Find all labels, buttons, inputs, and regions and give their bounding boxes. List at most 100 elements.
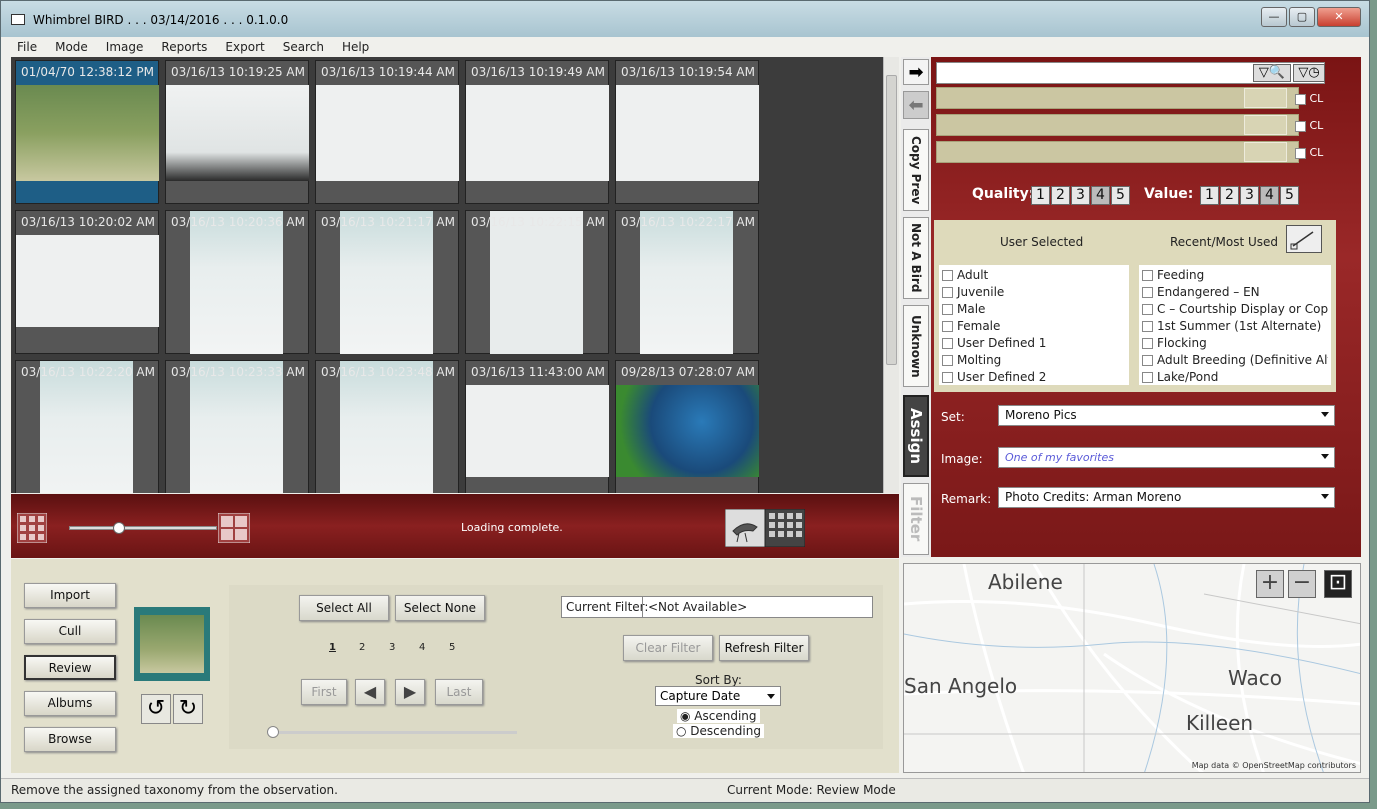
tag-endangered[interactable]: Endangered – EN (1142, 284, 1328, 301)
quality-4[interactable]: 4 (1091, 186, 1110, 205)
taxonomy-row[interactable] (936, 87, 1299, 109)
rotate-left-icon[interactable]: ↺ (141, 694, 171, 724)
quality-1[interactable]: 1 (1031, 186, 1050, 205)
quality-3[interactable]: 3 (1071, 186, 1090, 205)
value-2[interactable]: 2 (1220, 186, 1239, 205)
menu-image[interactable]: Image (106, 38, 144, 56)
small-grid-icon[interactable] (17, 513, 47, 543)
back-arrow-icon[interactable]: ⬅ (903, 91, 929, 119)
thumbnail-cell[interactable]: 03/16/13 10:22:20 AM (15, 360, 159, 493)
review-button[interactable]: Review (24, 655, 116, 680)
close-button[interactable]: ✕ (1317, 7, 1361, 27)
large-grid-icon[interactable] (218, 513, 250, 543)
next-arrow-icon[interactable]: ▶ (395, 679, 425, 705)
forward-arrow-icon[interactable]: ➡ (903, 59, 929, 85)
page-2[interactable]: 2 (359, 642, 365, 653)
cl-checkbox[interactable]: CL (1295, 92, 1323, 105)
view-toggle[interactable] (725, 509, 805, 547)
quality-2[interactable]: 2 (1051, 186, 1070, 205)
tab-not-a-bird[interactable]: Not A Bird (903, 217, 929, 299)
remark-combo[interactable]: Photo Credits: Arman Moreno (998, 487, 1335, 508)
albums-button[interactable]: Albums (24, 691, 116, 716)
sort-by-select[interactable]: Capture Date (655, 686, 781, 706)
last-page-button[interactable]: Last (435, 679, 483, 705)
cull-button[interactable]: Cull (24, 619, 116, 644)
thumbnail-cell[interactable]: 03/16/13 10:19:49 AM (465, 60, 609, 204)
page-4[interactable]: 4 (419, 642, 425, 653)
tab-filter[interactable]: Filter (903, 483, 929, 555)
value-3[interactable]: 3 (1240, 186, 1259, 205)
value-1[interactable]: 1 (1200, 186, 1219, 205)
page-slider[interactable] (267, 726, 517, 738)
maximize-button[interactable]: ▢ (1289, 7, 1315, 27)
filter-search-icon[interactable]: ▽🔍 (1253, 64, 1291, 82)
set-combo[interactable]: Moreno Pics (998, 405, 1335, 426)
thumbnail-cell[interactable]: 03/16/13 10:23:33 AM (165, 360, 309, 493)
page-3[interactable]: 3 (389, 642, 395, 653)
tag-1st-summer[interactable]: 1st Summer (1st Alternate) (1142, 318, 1328, 335)
menu-file[interactable]: File (17, 38, 37, 56)
tag-female[interactable]: Female (942, 318, 1126, 335)
thumbnail-cell[interactable]: 03/16/13 10:19:25 AM (165, 60, 309, 204)
gallery-scrollbar[interactable] (883, 57, 899, 493)
tag-juvenile[interactable]: Juvenile (942, 284, 1126, 301)
thumbnail-cell[interactable]: 03/16/13 11:43:00 AM (465, 360, 609, 493)
tab-copy-prev[interactable]: Copy Prev (903, 129, 929, 211)
taxonomy-row[interactable] (936, 114, 1299, 136)
taxonomy-row[interactable] (936, 141, 1299, 163)
thumbnail-cell[interactable]: 03/16/13 10:22:17 AM (615, 210, 759, 354)
browse-button[interactable]: Browse (24, 727, 116, 752)
menu-export[interactable]: Export (225, 38, 264, 56)
rotate-right-icon[interactable]: ↻ (173, 694, 203, 724)
tag-user-defined-1[interactable]: User Defined 1 (942, 335, 1126, 352)
quality-5[interactable]: 5 (1111, 186, 1130, 205)
tag-adult-breeding[interactable]: Adult Breeding (Definitive Alterna (1142, 352, 1328, 369)
cl-checkbox[interactable]: CL (1295, 146, 1323, 159)
filter-recent-icon[interactable]: ▽◷ (1293, 64, 1325, 82)
tag-male[interactable]: Male (942, 301, 1126, 318)
map-view[interactable]: Abilene San Angelo Waco Killeen + − ⊡ Ma… (903, 563, 1361, 773)
tag-lake-pond[interactable]: Lake/Pond (1142, 369, 1328, 386)
tab-unknown[interactable]: Unknown (903, 305, 929, 387)
edit-tags-icon[interactable] (1286, 225, 1322, 253)
tab-assign[interactable]: Assign (903, 395, 929, 477)
tag-adult[interactable]: Adult (942, 267, 1126, 284)
tag-feeding[interactable]: Feeding (1142, 267, 1328, 284)
menu-mode[interactable]: Mode (55, 38, 88, 56)
select-none-button[interactable]: Select None (395, 595, 485, 621)
import-button[interactable]: Import (24, 583, 116, 608)
page-1[interactable]: 1 (329, 642, 336, 653)
thumbnail-cell[interactable]: 03/16/13 10:19:54 AM (615, 60, 759, 204)
zoom-in-button[interactable]: + (1256, 570, 1284, 598)
descending-radio[interactable]: ○ Descending (673, 724, 764, 738)
thumbnail-size-slider[interactable] (69, 522, 217, 534)
tag-courtship[interactable]: C – Courtship Display or Copulati (1142, 301, 1328, 318)
value-4[interactable]: 4 (1260, 186, 1279, 205)
thumbnail-cell[interactable]: 03/16/13 10:19:44 AM (315, 60, 459, 204)
menu-help[interactable]: Help (342, 38, 369, 56)
page-5[interactable]: 5 (449, 642, 455, 653)
thumbnail-cell[interactable]: 03/16/13 10:21:17 AM (315, 210, 459, 354)
ascending-radio[interactable]: ◉ Ascending (677, 709, 760, 723)
thumbnail-cell[interactable]: 03/16/13 10:23:48 AM (315, 360, 459, 493)
fit-map-button[interactable]: ⊡ (1324, 570, 1352, 598)
prev-arrow-icon[interactable]: ◀ (355, 679, 385, 705)
thumbnail-cell[interactable]: 01/04/70 12:38:12 PM (15, 60, 159, 204)
scrollbar-thumb[interactable] (886, 75, 897, 365)
menu-search[interactable]: Search (283, 38, 324, 56)
minimize-button[interactable]: — (1261, 7, 1287, 27)
select-all-button[interactable]: Select All (299, 595, 389, 621)
slider-knob[interactable] (113, 522, 125, 534)
first-page-button[interactable]: First (301, 679, 347, 705)
zoom-out-button[interactable]: − (1288, 570, 1316, 598)
value-5[interactable]: 5 (1280, 186, 1299, 205)
refresh-filter-button[interactable]: Refresh Filter (719, 635, 809, 661)
cl-checkbox[interactable]: CL (1295, 119, 1323, 132)
tag-molting[interactable]: Molting (942, 352, 1126, 369)
tag-flocking[interactable]: Flocking (1142, 335, 1328, 352)
menu-reports[interactable]: Reports (161, 38, 207, 56)
image-combo[interactable]: One of my favorites (998, 447, 1335, 468)
thumbnail-cell[interactable]: 03/16/13 10:20:02 AM (15, 210, 159, 354)
thumbnail-cell[interactable]: 03/16/13 10:22:15 AM (465, 210, 609, 354)
thumbnail-cell[interactable]: 03/16/13 10:20:36 AM (165, 210, 309, 354)
